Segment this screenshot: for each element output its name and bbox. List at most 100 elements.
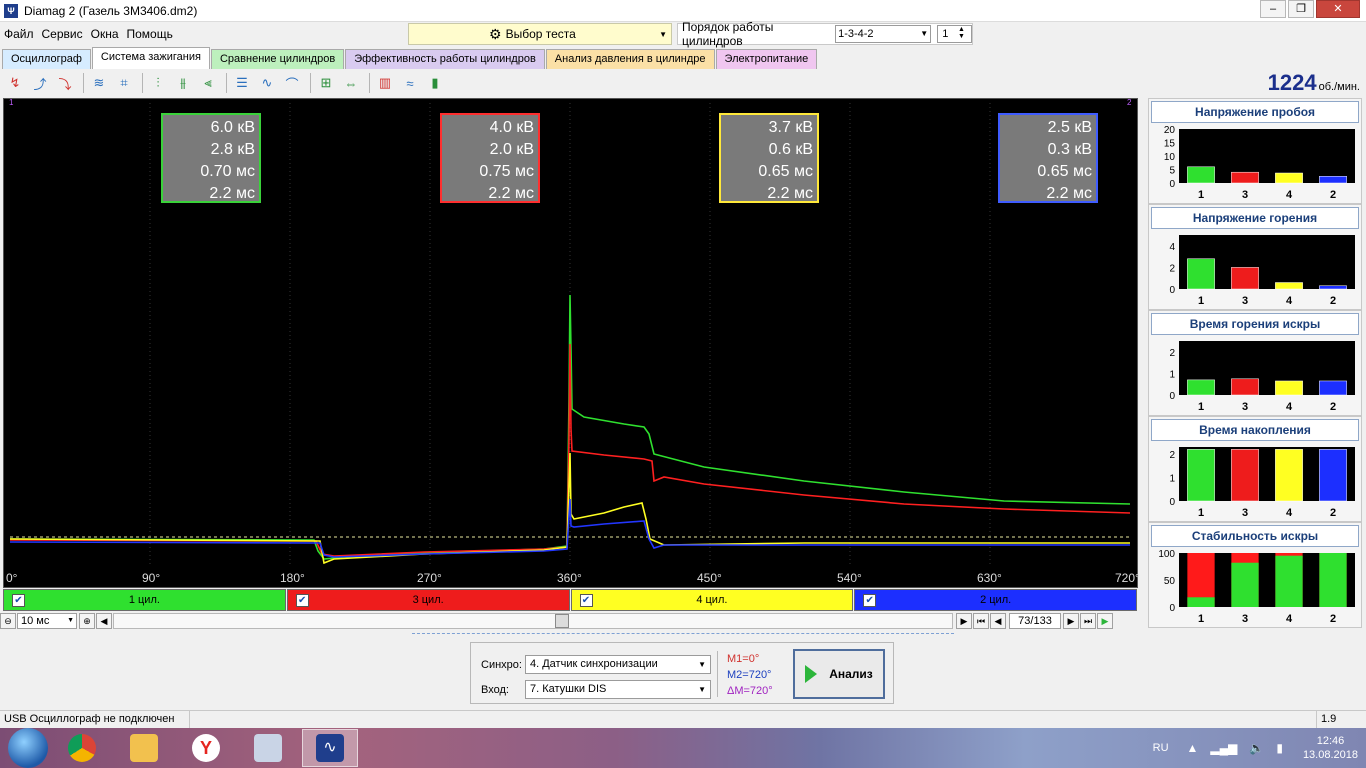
statistics-icon[interactable]: ▮ [424, 72, 446, 94]
x-axis-label: 540° [837, 571, 862, 585]
marker-m2[interactable]: 2 [1127, 99, 1132, 107]
cylinder-spin-input[interactable]: 1 [937, 25, 973, 43]
timebase-select[interactable]: 10 мс [17, 613, 77, 629]
y-tick-label: 0 [1169, 285, 1175, 296]
last-page-icon[interactable]: ⏭ [1080, 613, 1096, 629]
close-button[interactable]: ✕ [1316, 0, 1360, 18]
cylinder-toggle-2[interactable]: ✔ 2 цил. [854, 589, 1137, 611]
menu-file[interactable]: Файл [4, 27, 34, 41]
cylinder-toggle-4[interactable]: ✔ 4 цил. [570, 589, 854, 611]
menu-help[interactable]: Помощь [127, 27, 173, 41]
measure-icon[interactable]: ⊞ [315, 72, 337, 94]
compare-icon[interactable]: ⇔ [340, 72, 362, 94]
rpm-value: 1224 [1267, 70, 1317, 95]
oscilloscope-view[interactable]: 1 2 6.0 кВ 2.8 кВ 0.70 мс 2.2 мс 4.0 кВ … [3, 98, 1140, 588]
clock-date: 13.08.2018 [1302, 749, 1358, 761]
rising-edge-icon[interactable]: ⤴ [29, 72, 51, 94]
tab-pressure-analysis[interactable]: Анализ давления в цилиндре [545, 49, 715, 69]
horizontal-lines-icon[interactable]: ☰ [231, 72, 253, 94]
waveform-scale-icon[interactable]: ∿ [256, 72, 278, 94]
x-tick-label: 3 [1242, 613, 1248, 625]
y-tick-label: 0 [1169, 391, 1175, 402]
zoom-in-icon[interactable]: ⊕ [79, 613, 95, 629]
next-page-icon[interactable]: ▶ [1063, 613, 1079, 629]
cylinder-numbers-icon[interactable]: ⌗ [113, 72, 135, 94]
measure-value: 0.6 кВ [768, 141, 813, 158]
battery-icon[interactable]: ▮ [1276, 741, 1283, 755]
minimize-button[interactable]: – [1260, 0, 1286, 18]
chart-title: Напряжение пробоя [1151, 101, 1359, 123]
taskbar-calculator[interactable] [240, 729, 296, 767]
chart-bar [1187, 258, 1215, 290]
raster-view-icon[interactable]: ⫵ [172, 72, 194, 94]
waves-icon[interactable]: ≈ [399, 72, 421, 94]
test-select-dropdown[interactable]: ⚙ Выбор теста ▼ [408, 23, 672, 45]
bar-chart-icon[interactable]: ▥ [374, 72, 396, 94]
tab-ignition-system[interactable]: Система зажигания [91, 47, 210, 69]
chart-bar [1275, 555, 1303, 607]
curve-icon[interactable]: ⌒ [281, 72, 303, 94]
measure-value: 3.7 кВ [768, 119, 813, 136]
zoom-out-icon[interactable]: ⊖ [0, 613, 16, 629]
marker-m1[interactable]: 1 [9, 99, 14, 107]
tray-arrow-icon[interactable]: ▲ [1187, 741, 1199, 755]
tab-cylinder-efficiency[interactable]: Эффективность работы цилиндров [345, 49, 545, 69]
signal-filter-icon[interactable]: ≋ [88, 72, 110, 94]
input-select[interactable]: 7. Катушки DIS [525, 680, 711, 699]
x-axis-label: 450° [697, 571, 722, 585]
scroll-right-icon[interactable]: ▶ [956, 613, 972, 629]
play-icon[interactable]: ▶ [1097, 613, 1113, 629]
status-bar: USB Осциллограф не подключен 1.9 [0, 710, 1366, 729]
signal-icon[interactable]: ▂▄▆ [1210, 741, 1237, 755]
burn-voltage-chart: 4 2 0 1 3 4 2 [1169, 235, 1355, 307]
cylinder-order-select[interactable]: 1-3-4-2 [835, 25, 932, 43]
taskbar-diamag[interactable]: ∿ [302, 729, 358, 767]
y-tick-label: 1 [1169, 369, 1175, 380]
app-icon: Ψ [4, 3, 18, 18]
x-axis-label: 720° [1115, 571, 1140, 585]
scrollbar-thumb[interactable] [555, 614, 569, 628]
tab-cylinder-comparison[interactable]: Сравнение цилиндров [210, 49, 345, 69]
scroll-left-icon[interactable]: ◀ [96, 613, 112, 629]
measure-value: 2.2 мс [209, 185, 255, 202]
statistics-panel: Напряжение пробоя 20 15 10 5 0 1 3 4 2 Напряжени… [1146, 98, 1364, 628]
x-tick-label: 1 [1198, 507, 1204, 519]
trace-cyl3 [9, 343, 1131, 557]
yandex-icon: Y [192, 734, 220, 762]
splitter-handle[interactable] [412, 633, 954, 637]
volume-icon[interactable]: 🔈 [1249, 741, 1264, 755]
chart-bar [1319, 553, 1347, 607]
clock[interactable]: 12:46 13.08.2018 [1303, 734, 1358, 762]
prev-page-icon[interactable]: ◀ [990, 613, 1006, 629]
maximize-button[interactable]: ❐ [1288, 0, 1314, 18]
overlay-view-icon[interactable]: ⫷ [197, 72, 219, 94]
start-button[interactable] [8, 728, 48, 768]
test-select-label: Выбор теста [505, 27, 576, 41]
cursor-tool-icon[interactable]: ↯ [4, 72, 26, 94]
tab-oscilloscope[interactable]: Осциллограф [2, 49, 91, 69]
navigation-row: ⊖ 10 мс ⊕ ◀ ▶ ⏮ ◀ 73/133 ▶ ⏭ ▶ [0, 612, 1140, 630]
x-tick-label: 1 [1198, 189, 1204, 201]
analyze-button[interactable]: Анализ [793, 649, 885, 699]
menu-service[interactable]: Сервис [42, 27, 83, 41]
taskbar-chrome[interactable] [54, 729, 110, 767]
diamag-icon: ∿ [316, 734, 344, 762]
taskbar-yandex[interactable]: Y [178, 729, 234, 767]
chart-bar [1275, 380, 1303, 396]
sync-select[interactable]: 4. Датчик синхронизации [525, 655, 711, 674]
language-indicator[interactable]: RU [1153, 742, 1169, 754]
first-page-icon[interactable]: ⏮ [973, 613, 989, 629]
x-tick-label: 2 [1330, 507, 1336, 519]
cylinder-label: 3 цил. [412, 594, 444, 606]
chart-title: Время горения искры [1151, 313, 1359, 335]
cylinder-toggle-1[interactable]: ✔ 1 цил. [3, 589, 286, 611]
menu-windows[interactable]: Окна [91, 27, 119, 41]
cylinder-toggle-3[interactable]: ✔ 3 цил. [286, 589, 570, 611]
horizontal-scrollbar[interactable] [113, 613, 953, 629]
y-tick-label: 2 [1169, 348, 1175, 359]
falling-edge-icon[interactable]: ⤵ [54, 72, 76, 94]
x-tick-label: 4 [1286, 507, 1293, 519]
tab-power-supply[interactable]: Электропитание [715, 49, 818, 69]
taskbar-explorer[interactable] [116, 729, 172, 767]
parade-view-icon[interactable]: ⫶ [147, 72, 169, 94]
